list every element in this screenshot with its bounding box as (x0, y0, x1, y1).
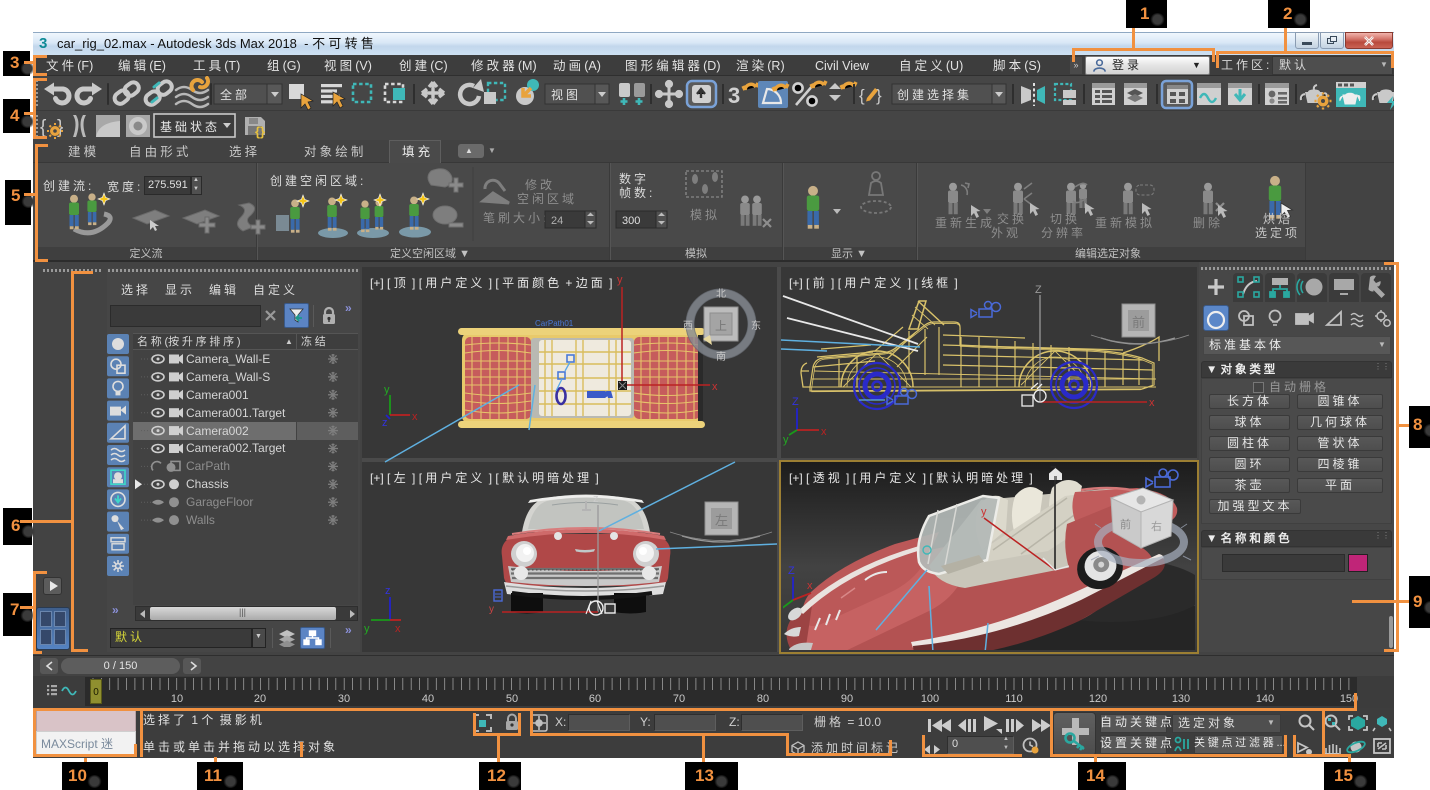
svg-text:左: 左 (715, 513, 731, 528)
svg-text:右: 右 (1151, 519, 1165, 533)
svg-text:重新生成: 重新生成 (935, 215, 995, 230)
svg-text:z: z (593, 493, 599, 505)
svg-text:修改: 修改 (525, 177, 555, 192)
svg-text:西: 西 (683, 321, 696, 332)
svg-text:130: 130 (1172, 693, 1190, 705)
svg-text:模拟: 模拟 (690, 208, 720, 222)
svg-text:数字: 数字 (619, 171, 649, 186)
svg-text:创建空闲区域:: 创建空闲区域: (270, 174, 366, 188)
svg-text:y: y (489, 604, 494, 615)
svg-text:z: z (385, 585, 391, 597)
svg-text:Z: Z (788, 565, 795, 577)
svg-text:y: y (617, 274, 623, 286)
svg-text:前: 前 (1132, 315, 1148, 330)
svg-text:140: 140 (1256, 693, 1274, 705)
svg-text:笔刷大小:: 笔刷大小: (483, 210, 549, 225)
svg-text:y: y (384, 384, 390, 396)
svg-text:y: y (364, 623, 370, 635)
svg-text:10: 10 (171, 693, 183, 705)
svg-text:y: y (772, 586, 778, 598)
svg-text:x: x (395, 623, 401, 635)
svg-text:CarPath01: CarPath01 (535, 319, 574, 328)
svg-text:烘焙: 烘焙 (1263, 211, 1293, 226)
svg-text:分辨率: 分辨率 (1041, 225, 1086, 240)
svg-text:重新模拟: 重新模拟 (1095, 215, 1155, 230)
svg-text:x: x (412, 411, 418, 423)
svg-text:90: 90 (841, 693, 853, 705)
svg-text:切换: 切换 (1050, 212, 1080, 226)
svg-text:y: y (981, 506, 987, 518)
svg-text:帧数:: 帧数: (619, 185, 655, 200)
svg-text:{: { (859, 86, 865, 105)
svg-text:基础状态: 基础状态 (160, 120, 220, 134)
svg-text:Z: Z (1035, 284, 1042, 296)
svg-text:前: 前 (1120, 517, 1134, 531)
svg-text:创建选择集: 创建选择集 (897, 87, 972, 102)
svg-text:东: 东 (751, 319, 764, 332)
svg-text:上: 上 (715, 319, 730, 333)
svg-text:Z: Z (792, 396, 799, 408)
svg-text:30: 30 (338, 693, 350, 705)
svg-text:20: 20 (254, 693, 266, 705)
svg-text:50: 50 (506, 693, 518, 705)
svg-text:全部: 全部 (220, 87, 250, 102)
svg-text:删除: 删除 (1193, 215, 1223, 230)
svg-text:x: x (821, 426, 827, 438)
svg-text:80: 80 (757, 693, 769, 705)
svg-text:交换: 交换 (997, 211, 1027, 226)
svg-text:3: 3 (728, 83, 740, 108)
svg-text:60: 60 (589, 693, 601, 705)
svg-text:{}: {} (255, 124, 265, 139)
svg-text:120: 120 (1089, 693, 1107, 705)
svg-text:视图: 视图 (551, 87, 581, 102)
svg-text:x: x (712, 381, 718, 393)
svg-text:空闲区域: 空闲区域 (517, 192, 577, 206)
svg-text:外观: 外观 (991, 226, 1021, 240)
svg-text:z: z (382, 417, 388, 429)
svg-text:南: 南 (716, 350, 729, 363)
svg-text:北: 北 (716, 288, 729, 300)
svg-text:选定项: 选定项 (1255, 225, 1300, 240)
svg-text:24: 24 (551, 215, 563, 227)
svg-text:}: } (876, 86, 882, 105)
svg-text:x: x (1149, 397, 1155, 409)
svg-text:y: y (783, 434, 789, 446)
svg-text:40: 40 (422, 693, 434, 705)
svg-text:300: 300 (622, 215, 640, 227)
svg-text:70: 70 (673, 693, 685, 705)
svg-text:110: 110 (1005, 693, 1023, 705)
svg-text:x: x (807, 580, 813, 592)
svg-text:100: 100 (921, 693, 939, 705)
svg-text:{: { (40, 117, 47, 138)
